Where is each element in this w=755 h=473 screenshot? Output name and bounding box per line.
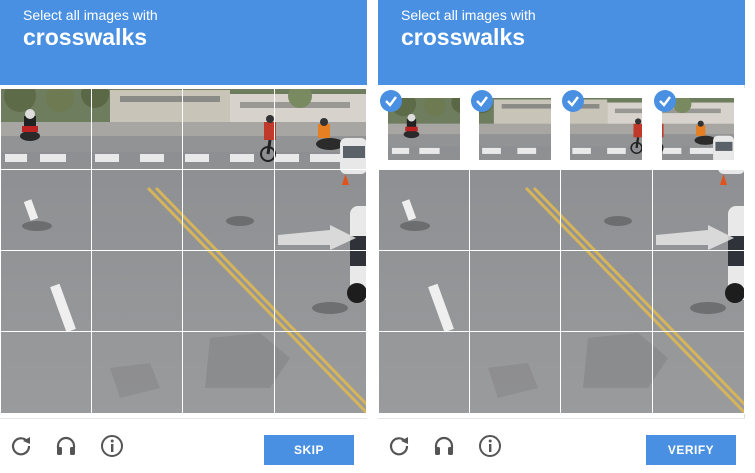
check-icon: [380, 90, 402, 112]
audio-icon[interactable]: [53, 433, 79, 459]
tile-row-4-col-1[interactable]: [378, 331, 470, 414]
challenge-header: Select all images with crosswalks: [0, 0, 367, 85]
tile-row-3-col-2[interactable]: [469, 250, 561, 332]
challenge-footer: SKIP: [0, 418, 367, 473]
reload-icon[interactable]: [386, 433, 412, 459]
check-icon: [562, 90, 584, 112]
captcha-panel-initial: Select all images with crosswalks SKIP: [0, 0, 367, 473]
tile-row-4-col-4[interactable]: [652, 331, 745, 414]
tile-row-4-col-2[interactable]: [91, 331, 183, 414]
prompt-text: Select all images with: [401, 7, 536, 23]
check-icon: [654, 90, 676, 112]
prompt-target: crosswalks: [23, 24, 148, 50]
tile-row-3-col-4[interactable]: [652, 250, 745, 332]
image-grid: [378, 88, 745, 414]
skip-button[interactable]: SKIP: [264, 435, 354, 465]
tile-row-2-col-2[interactable]: [469, 169, 561, 251]
tile-row-2-col-4[interactable]: [274, 169, 367, 251]
tile-row-2-col-1[interactable]: [0, 169, 92, 251]
tile-row-3-col-1[interactable]: [378, 250, 470, 332]
tile-row-1-col-4[interactable]: [274, 88, 367, 170]
tile-row-4-col-3[interactable]: [560, 331, 653, 414]
tile-row-2-col-1[interactable]: [378, 169, 470, 251]
tile-row-2-col-2[interactable]: [91, 169, 183, 251]
tile-row-4-col-1[interactable]: [0, 331, 92, 414]
tile-row-3-col-3[interactable]: [560, 250, 653, 332]
tile-row-2-col-3[interactable]: [560, 169, 653, 251]
check-icon: [471, 90, 493, 112]
tile-row-2-col-3[interactable]: [182, 169, 275, 251]
tile-row-3-col-1[interactable]: [0, 250, 92, 332]
verify-button[interactable]: VERIFY: [646, 435, 736, 465]
tile-row-3-col-4[interactable]: [274, 250, 367, 332]
tile-row-4-col-3[interactable]: [182, 331, 275, 414]
tile-row-3-col-3[interactable]: [182, 250, 275, 332]
tile-row-1-col-1[interactable]: [0, 88, 92, 170]
info-icon[interactable]: [99, 433, 125, 459]
challenge-header: Select all images with crosswalks: [378, 0, 745, 85]
challenge-footer: VERIFY: [378, 418, 745, 473]
tile-row-4-col-4[interactable]: [274, 331, 367, 414]
reload-icon[interactable]: [8, 433, 34, 459]
audio-icon[interactable]: [431, 433, 457, 459]
prompt-target: crosswalks: [401, 24, 526, 50]
tile-row-1-col-3[interactable]: [560, 88, 653, 170]
tile-row-2-col-4[interactable]: [652, 169, 745, 251]
tile-row-1-col-3[interactable]: [182, 88, 275, 170]
captcha-panel-selected: Select all images with crosswalks VERIFY: [378, 0, 745, 473]
tile-row-1-col-2[interactable]: [91, 88, 183, 170]
prompt-text: Select all images with: [23, 7, 158, 23]
info-icon[interactable]: [477, 433, 503, 459]
tile-row-4-col-2[interactable]: [469, 331, 561, 414]
tile-row-1-col-1[interactable]: [378, 88, 470, 170]
tile-row-1-col-4[interactable]: [652, 88, 745, 170]
image-grid: [0, 88, 367, 414]
tile-row-1-col-2[interactable]: [469, 88, 561, 170]
tile-row-3-col-2[interactable]: [91, 250, 183, 332]
